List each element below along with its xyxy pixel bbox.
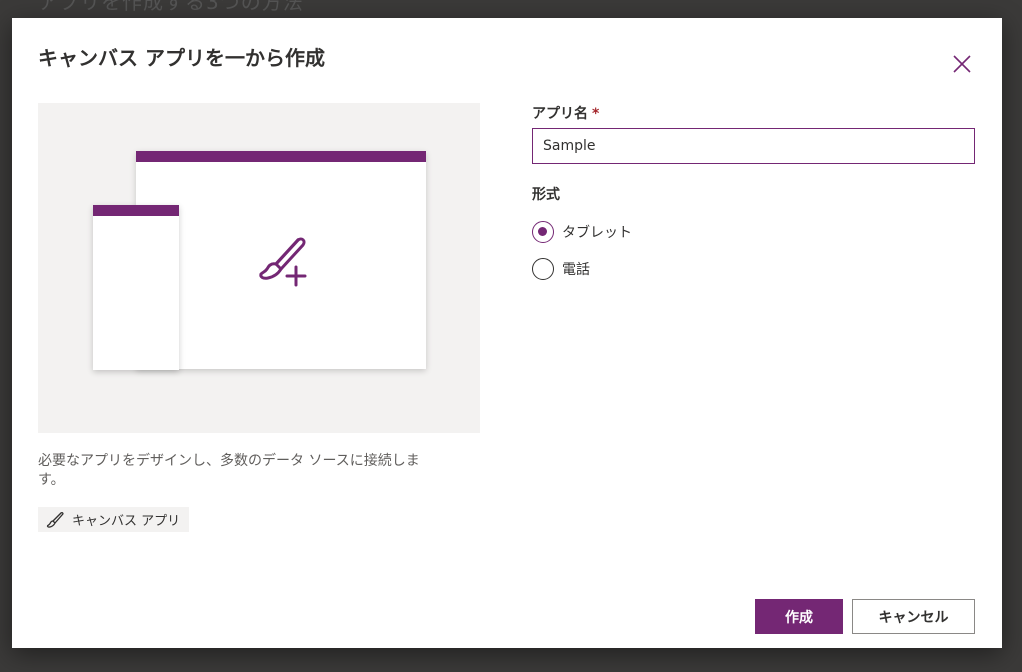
format-option-phone-label: 電話 [562, 262, 590, 278]
radio-phone[interactable] [532, 258, 554, 280]
required-marker: * [592, 106, 600, 122]
radio-tablet[interactable] [532, 221, 554, 243]
close-icon [953, 55, 971, 73]
cancel-button[interactable]: キャンセル [852, 599, 975, 634]
format-option-phone[interactable]: 電話 [532, 257, 590, 281]
format-option-tablet[interactable]: タブレット [532, 220, 632, 244]
app-name-label-text: アプリ名 [532, 106, 588, 122]
format-label: 形式 [532, 187, 560, 203]
app-name-input[interactable] [532, 128, 975, 164]
app-preview-illustration [38, 103, 480, 433]
create-button[interactable]: 作成 [755, 599, 843, 634]
brush-add-icon [259, 237, 307, 287]
brush-icon [46, 511, 64, 528]
dialog-description: 必要なアプリをデザインし、多数のデータ ソースに接続します。 [38, 453, 420, 488]
canvas-app-tag-label: キャンバス アプリ [72, 514, 181, 529]
create-canvas-app-dialog: キャンバス アプリを一から作成 必要なアプリをデザインし、多数のデータ ソースに… [12, 18, 1002, 648]
dialog-title: キャンバス アプリを一から作成 [38, 46, 325, 70]
canvas-app-tag: キャンバス アプリ [38, 507, 190, 532]
format-option-tablet-label: タブレット [562, 225, 632, 241]
app-name-label: アプリ名 * [532, 103, 599, 123]
close-button[interactable] [948, 50, 976, 78]
background-page-title: アプリを作成する3つの方法 [38, 0, 304, 14]
tablet-window-illustration [136, 151, 426, 369]
phone-window-illustration [93, 205, 179, 370]
